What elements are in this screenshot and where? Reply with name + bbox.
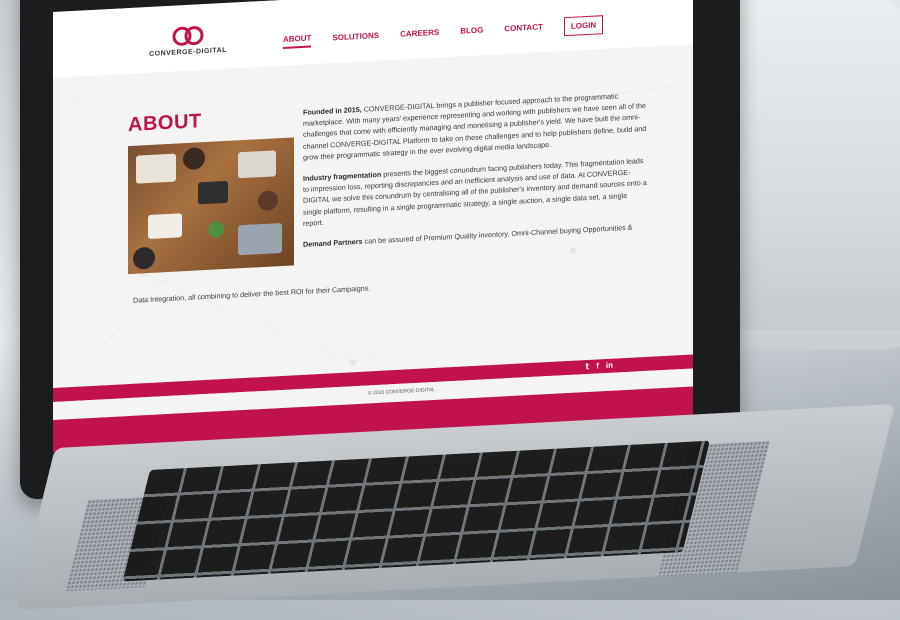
paragraph-lead: Demand Partners	[303, 236, 363, 249]
nav-contact[interactable]: CONTACT	[504, 22, 543, 36]
nav-solutions[interactable]: SOLUTIONS	[332, 30, 379, 44]
logo-mark-icon	[172, 26, 204, 46]
paragraph-lead: Founded in 2015,	[303, 104, 362, 117]
main-content: ABOUT Founded in 2015, CONVERGE-DIGITAL …	[53, 44, 693, 389]
logo-text: CONVERGE-DIGITAL	[149, 46, 227, 58]
page-title: ABOUT	[128, 110, 202, 137]
logo[interactable]: CONVERGE-DIGITAL	[148, 23, 228, 58]
team-meeting-photo	[128, 137, 294, 275]
nav-blog[interactable]: BLOG	[460, 25, 483, 38]
about-text: Founded in 2015, CONVERGE-DIGITAL brings…	[303, 89, 648, 260]
paragraph-body: can be assured of Premium Quality invent…	[362, 222, 633, 246]
nav-careers[interactable]: CAREERS	[400, 27, 439, 41]
twitter-icon[interactable]: 𝕥	[585, 360, 589, 374]
paragraph-body: presents the biggest conundrum facing pu…	[303, 156, 647, 228]
linkedin-icon[interactable]: in	[606, 359, 613, 373]
login-button[interactable]: LOGIN	[563, 15, 604, 37]
facebook-icon[interactable]: f	[596, 359, 599, 373]
laptop: CONVERGE-DIGITAL ABOUT SOLUTIONS CAREERS…	[0, 0, 900, 611]
social-links: 𝕥 f in	[585, 359, 613, 374]
main-nav: ABOUT SOLUTIONS CAREERS BLOG CONTACT LOG…	[283, 15, 604, 51]
laptop-screen: CONVERGE-DIGITAL ABOUT SOLUTIONS CAREERS…	[53, 0, 693, 453]
copyright-text: © 2016 CONVERGE-DIGITAL	[368, 386, 435, 397]
paragraph-fragmentation: Industry fragmentation presents the bigg…	[303, 155, 648, 229]
nav-about[interactable]: ABOUT	[283, 32, 312, 49]
